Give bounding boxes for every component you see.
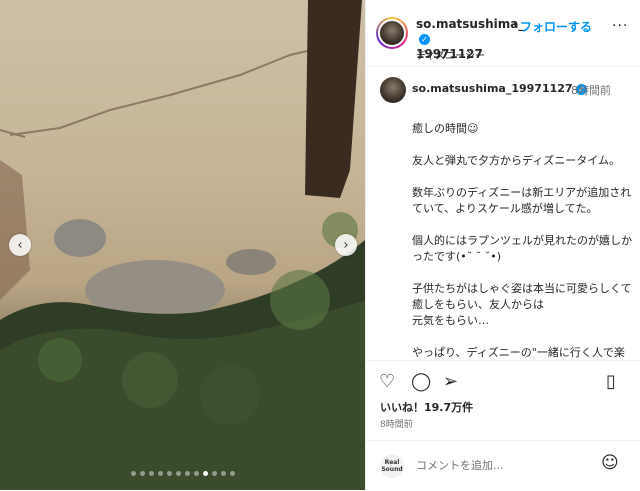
- caption-area: so.matsushima_19971127 ✓ 8時間前 癒しの時間☺︎ 友人と…: [366, 67, 640, 360]
- post-sidebar: so.matsushima_✓ 19971127 • フォローする ディズニーシ…: [365, 0, 640, 490]
- comment-icon[interactable]: ◯: [411, 371, 431, 392]
- carousel-dot: [229, 471, 235, 476]
- comment-input[interactable]: [416, 455, 596, 475]
- heart-icon[interactable]: ♡: [379, 371, 395, 392]
- caption-avatar[interactable]: [380, 77, 406, 103]
- bookmark-icon[interactable]: ▯: [606, 371, 616, 392]
- add-comment-bar: RealSound ☺: [366, 440, 640, 491]
- share-icon[interactable]: ➢: [443, 371, 458, 392]
- post-photo[interactable]: ‹ ›: [0, 0, 365, 490]
- brand-logo: Real Sound: [380, 454, 404, 478]
- post-timestamp: 8時間前: [380, 420, 413, 430]
- likes-count[interactable]: いいね！19.7万件: [380, 399, 473, 415]
- carousel-dot: [148, 471, 154, 476]
- carousel-dot: [211, 471, 217, 476]
- carousel-dot: [193, 471, 199, 476]
- carousel-dot: [175, 471, 181, 476]
- verified-icon: ✓: [419, 34, 430, 45]
- carousel-dot: [184, 471, 190, 476]
- separator-dot: •: [512, 18, 520, 32]
- avatar: [378, 19, 406, 47]
- caption-username[interactable]: so.matsushima_19971127 ✓: [412, 82, 587, 95]
- caption-text: 癒しの時間☺︎ 友人と弾丸で夕方からディズニータイム。 数年ぶりのディズニーは新…: [412, 122, 632, 359]
- carousel-dot: [202, 471, 208, 476]
- username-line1: so.matsushima_: [416, 17, 525, 31]
- carousel-dot: [166, 471, 172, 476]
- location-link[interactable]: ディズニーシー: [416, 47, 485, 62]
- caption-time: 8時間前: [571, 84, 611, 97]
- photo-illustration: [0, 0, 365, 490]
- carousel-dot: [139, 471, 145, 476]
- instagram-post-modal: ‹ › so.matsushima_✓ 19971127 • フォローする ディ…: [0, 0, 640, 490]
- emoji-icon[interactable]: ☺: [601, 453, 619, 473]
- carousel-next-button[interactable]: ›: [335, 234, 357, 256]
- story-ring[interactable]: [376, 17, 408, 49]
- carousel-dot: [220, 471, 226, 476]
- more-options-icon[interactable]: ···: [612, 18, 628, 34]
- caption-username-text: so.matsushima_19971127: [412, 82, 573, 95]
- carousel-dot: [157, 471, 163, 476]
- carousel-prev-button[interactable]: ‹: [9, 234, 31, 256]
- post-header: so.matsushima_✓ 19971127 • フォローする ディズニーシ…: [366, 0, 640, 67]
- follow-button[interactable]: フォローする: [520, 18, 592, 35]
- carousel-indicator: [0, 471, 365, 476]
- action-bar: ♡ ◯ ➢ ▯ いいね！19.7万件 8時間前: [366, 360, 640, 441]
- carousel-dot: [130, 471, 136, 476]
